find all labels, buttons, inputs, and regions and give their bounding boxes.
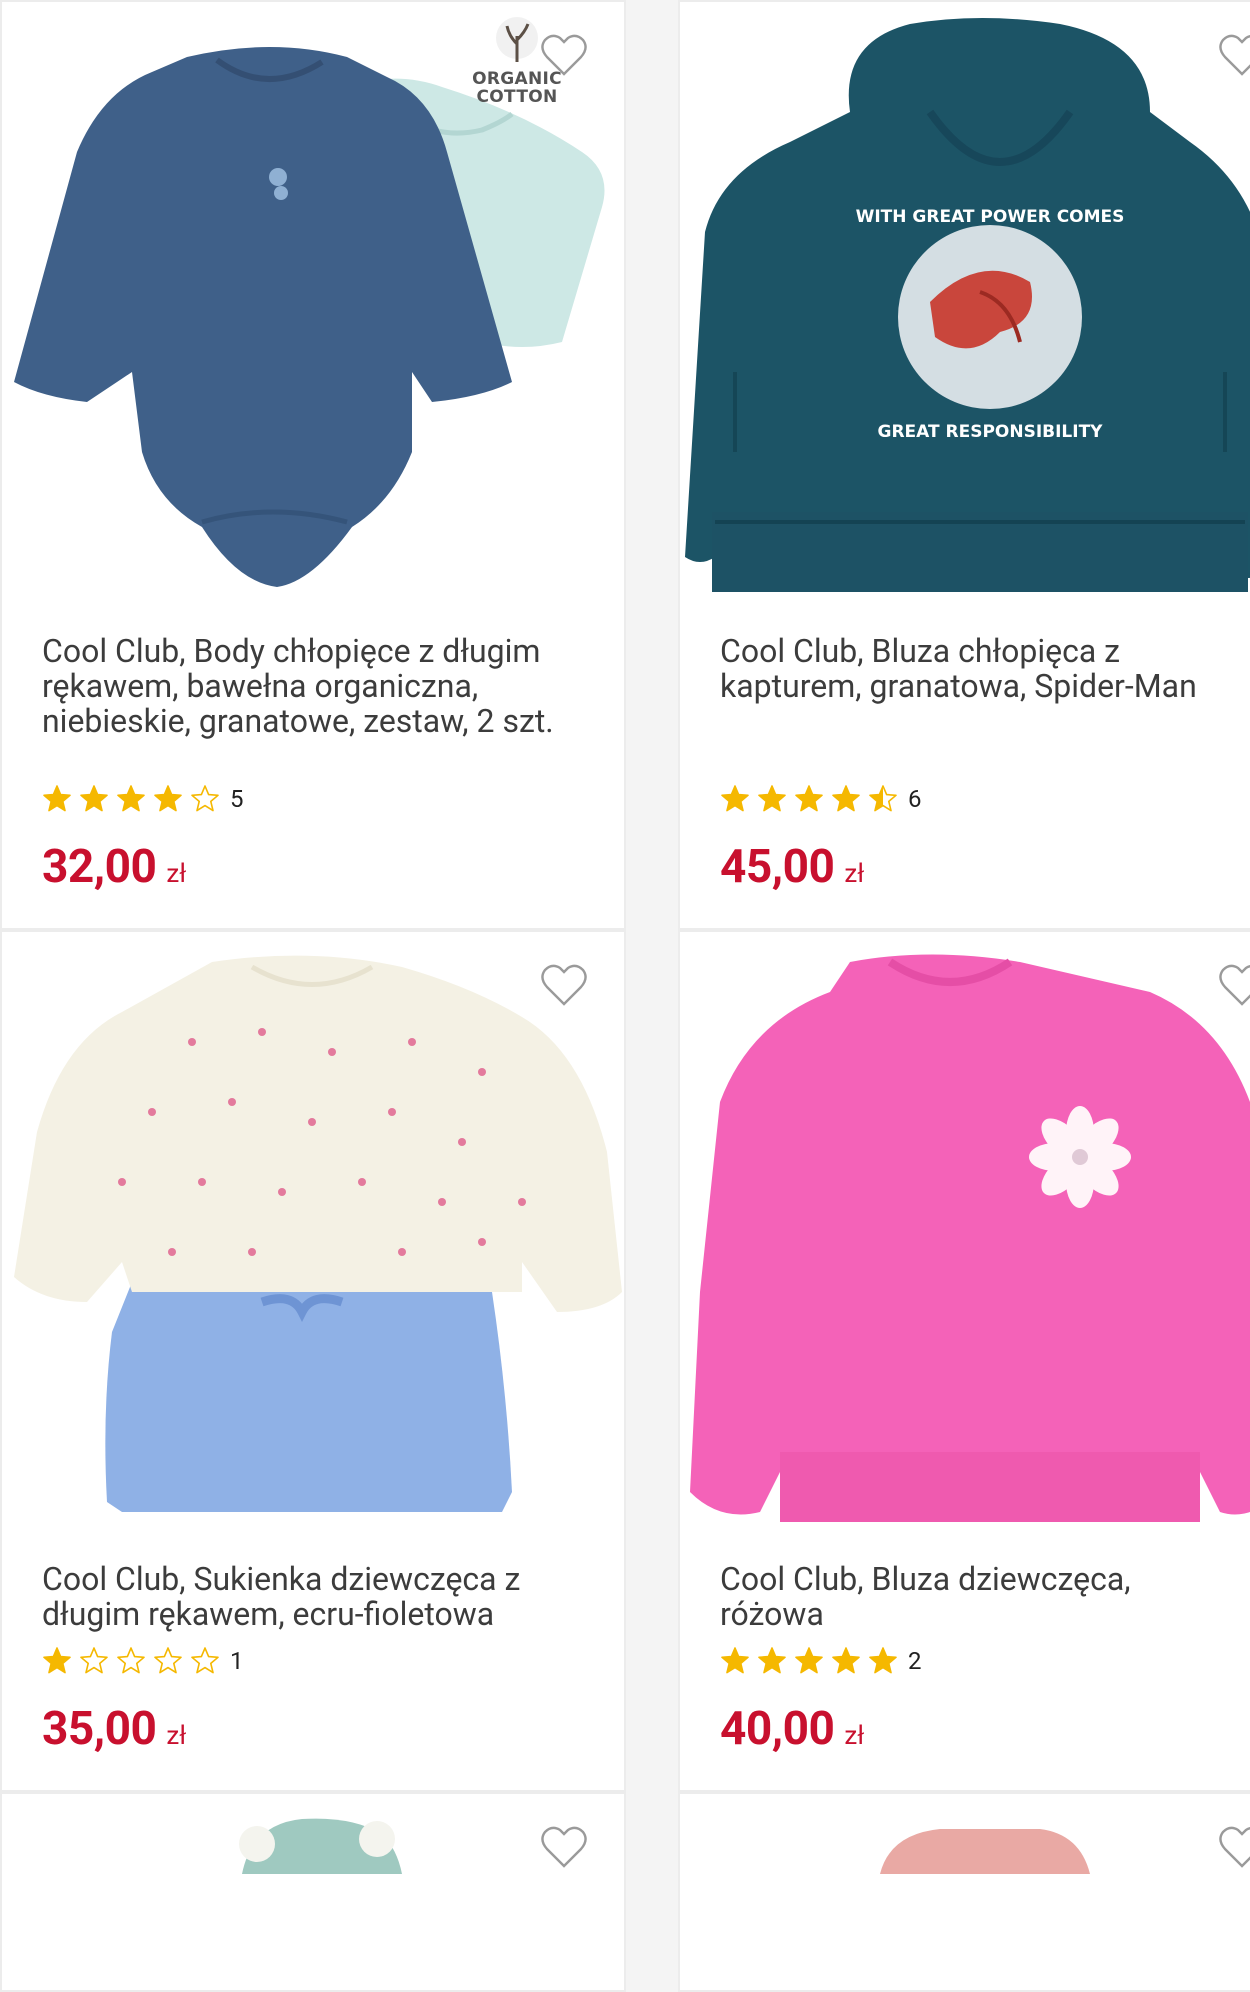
product-card[interactable]	[678, 1792, 1250, 1992]
rating-stars	[42, 784, 220, 814]
cotton-label: COTTON	[476, 87, 558, 107]
heart-outline-icon[interactable]	[1217, 962, 1250, 1008]
price-value: 40,00	[720, 1702, 835, 1756]
product-image[interactable]: WITH GREAT POWER COMES GREAT RESPONSIBIL…	[680, 2, 1250, 602]
heart-outline-icon[interactable]	[1217, 1824, 1250, 1870]
star-filled-icon	[721, 1647, 749, 1674]
tree-icon	[496, 17, 538, 62]
product-card[interactable]: Cool Club, Sukienka dziewczęca z długim …	[0, 930, 626, 1792]
star-filled-icon	[80, 785, 108, 812]
star-filled-icon	[795, 1647, 823, 1674]
product-price: 35,00 zł	[42, 1702, 186, 1756]
product-rating: 5	[42, 784, 244, 814]
product-price: 32,00 zł	[42, 840, 186, 894]
star-filled-icon	[758, 1647, 786, 1674]
product-image[interactable]	[680, 932, 1250, 1532]
review-count: 1	[230, 1647, 244, 1675]
product-image[interactable]	[2, 1794, 626, 1874]
heart-outline-icon[interactable]	[539, 962, 589, 1008]
star-filled-icon	[869, 1647, 897, 1674]
price-value: 32,00	[42, 840, 157, 894]
ecru-blue-dress	[14, 955, 622, 1512]
star-filled-icon	[43, 1647, 71, 1674]
print-bottom-text: GREAT RESPONSIBILITY	[877, 422, 1103, 442]
product-rating: 1	[42, 1646, 244, 1676]
product-rating: 6	[720, 784, 922, 814]
rating-stars	[720, 1646, 898, 1676]
price-currency: zł	[166, 859, 187, 889]
star-empty-icon	[80, 1647, 108, 1674]
print-top-text: WITH GREAT POWER COMES	[856, 207, 1125, 227]
product-image[interactable]	[680, 1794, 1250, 1874]
star-empty-icon	[191, 1647, 219, 1674]
star-filled-icon	[795, 785, 823, 812]
price-currency: zł	[844, 1721, 865, 1751]
flower-print	[1029, 1106, 1131, 1208]
star-empty-icon	[191, 785, 219, 812]
price-value: 35,00	[42, 1702, 157, 1756]
product-title[interactable]: Cool Club, Bluza chłopięca z kapturem, g…	[720, 634, 1250, 704]
teal-hoodie	[685, 18, 1250, 592]
star-half-icon	[869, 785, 897, 812]
product-card[interactable]: ORGANIC COTTON Cool Club, Body chłopięce…	[0, 0, 626, 930]
heart-outline-icon[interactable]	[1217, 32, 1250, 78]
product-price: 40,00 zł	[720, 1702, 864, 1756]
product-price: 45,00 zł	[720, 840, 864, 894]
star-filled-icon	[758, 785, 786, 812]
pink-sweatshirt	[690, 954, 1250, 1522]
heart-outline-icon[interactable]	[539, 1824, 589, 1870]
product-title[interactable]: Cool Club, Bluza dziewczęca, różowa	[720, 1562, 1240, 1632]
price-currency: zł	[844, 859, 865, 889]
star-empty-icon	[154, 1647, 182, 1674]
product-card[interactable]: WITH GREAT POWER COMES GREAT RESPONSIBIL…	[678, 0, 1250, 930]
product-title[interactable]: Cool Club, Sukienka dziewczęca z długim …	[42, 1562, 602, 1632]
heart-outline-icon[interactable]	[539, 32, 589, 78]
star-empty-icon	[117, 1647, 145, 1674]
star-filled-icon	[721, 785, 749, 812]
star-filled-icon	[43, 785, 71, 812]
rating-stars	[720, 784, 898, 814]
star-filled-icon	[154, 785, 182, 812]
product-title[interactable]: Cool Club, Body chłopięce z długim rękaw…	[42, 634, 602, 739]
product-rating: 2	[720, 1646, 922, 1676]
star-filled-icon	[117, 785, 145, 812]
review-count: 6	[908, 785, 922, 813]
rating-stars	[42, 1646, 220, 1676]
review-count: 5	[230, 785, 244, 813]
price-currency: zł	[166, 1721, 187, 1751]
review-count: 2	[908, 1647, 922, 1675]
star-filled-icon	[832, 1647, 860, 1674]
product-card[interactable]	[0, 1792, 626, 1992]
product-card[interactable]: Cool Club, Bluza dziewczęca, różowa 2 40…	[678, 930, 1250, 1792]
price-value: 45,00	[720, 840, 835, 894]
star-filled-icon	[832, 785, 860, 812]
navy-bodysuit	[14, 47, 512, 587]
product-image[interactable]	[2, 932, 626, 1532]
